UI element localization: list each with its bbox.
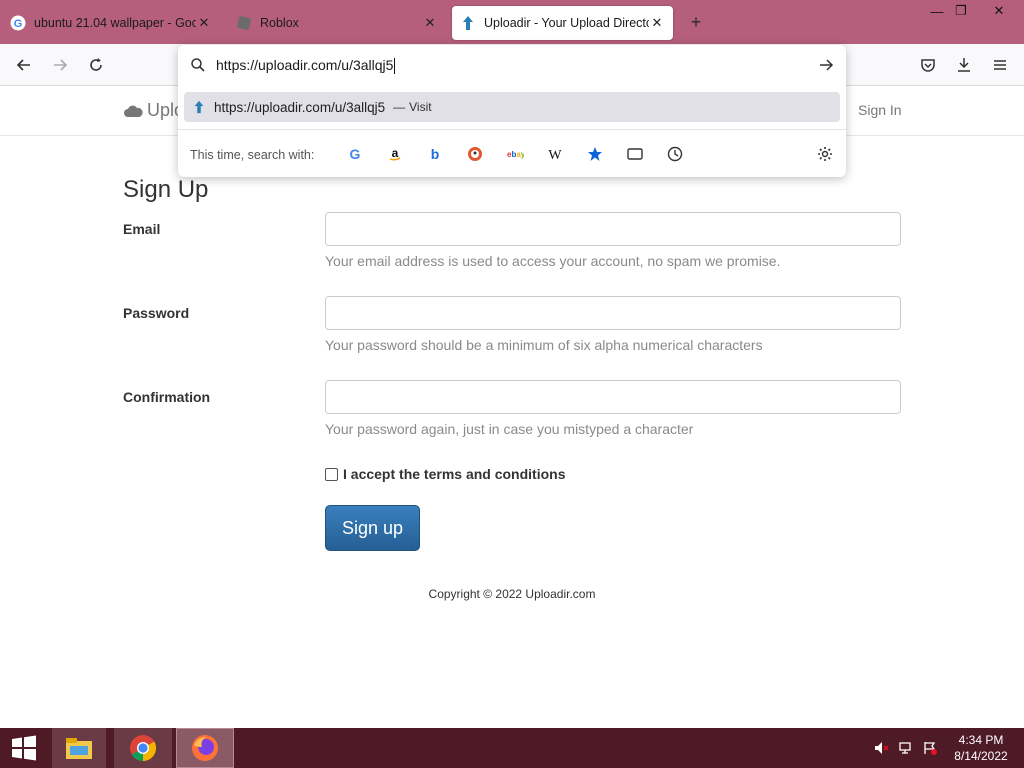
url-input[interactable]: https://uploadir.com/u/3allqj5 [216,57,396,75]
email-label: Email [123,221,161,237]
divider [178,129,846,130]
suggestion-url: https://uploadir.com/u/3allqj5 [214,99,386,115]
menu-icon[interactable] [986,51,1014,79]
close-tab-icon[interactable]: ✕ [196,15,212,31]
uploadir-icon [192,100,206,114]
tab-uploadir[interactable]: Uploadir - Your Upload Director ✕ [452,6,673,40]
restore-button[interactable]: ❐ [944,0,978,22]
svg-text:a: a [392,146,399,160]
chrome-icon[interactable] [114,728,172,768]
bookmarks-icon[interactable] [586,145,604,163]
back-icon[interactable] [10,51,38,79]
google-icon: G [10,15,26,31]
svg-text:G: G [350,146,361,162]
terms-label[interactable]: I accept the terms and conditions [343,466,566,482]
duckduckgo-icon[interactable] [466,145,484,163]
svg-text:G: G [14,18,23,30]
url-dropdown: https://uploadir.com/u/3allqj5 https://u… [178,45,846,177]
bing-icon[interactable]: b [426,145,444,163]
copyright-text: Copyright © 2022 Uploadir.com [428,587,596,601]
roblox-icon [236,15,252,31]
terms-checkbox[interactable] [325,467,338,481]
confirmation-label: Confirmation [123,389,211,405]
search-with-label: This time, search with: [190,148,315,162]
svg-text:ebay: ebay [507,150,524,159]
taskbar: 4:34 PM 8/14/2022 [0,728,1024,768]
cloud-icon [124,105,143,117]
downloads-icon[interactable] [950,51,978,79]
url-bar[interactable]: https://uploadir.com/u/3allqj5 [178,45,846,85]
email-help-text: Your email address is used to access you… [325,253,781,269]
tab-strip: G ubuntu 21.04 wallpaper - Googl ✕ Roblo… [0,0,1024,44]
tab-roblox[interactable]: Roblox ✕ [228,6,446,40]
wikipedia-icon[interactable]: W [546,145,564,163]
notification-flag-icon[interactable] [920,728,940,768]
terms-row: I accept the terms and conditions [325,466,566,482]
volume-muted-icon[interactable] [872,728,892,768]
confirmation-field[interactable] [325,380,901,414]
system-clock[interactable]: 4:34 PM 8/14/2022 [946,732,1016,764]
go-arrow-icon[interactable] [818,57,834,78]
windows-start-icon[interactable] [0,728,48,768]
password-label: Password [123,305,190,321]
suggestion-action: Visit [409,100,432,114]
firefox-icon[interactable] [176,728,234,768]
close-tab-icon[interactable]: ✕ [422,15,438,31]
suggestion-dash: — [393,100,406,114]
network-icon[interactable] [896,728,916,768]
history-icon[interactable] [666,145,684,163]
google-icon[interactable]: G [346,145,364,163]
confirmation-help-text: Your password again, just in case you mi… [325,421,694,437]
password-field[interactable] [325,296,901,330]
pocket-icon[interactable] [914,51,942,79]
svg-text:W: W [548,148,562,162]
password-help-text: Your password should be a minimum of six… [325,337,763,353]
page-title: Sign Up [123,176,209,203]
tab-title: ubuntu 21.04 wallpaper - Googl [34,16,196,30]
uploadir-icon [460,15,476,31]
close-tab-icon[interactable]: ✕ [649,15,665,31]
tab-title: Uploadir - Your Upload Director [484,16,649,30]
ebay-icon[interactable]: ebay [506,145,524,163]
amazon-icon[interactable]: a [386,145,404,163]
clock-time: 4:34 PM [958,733,1004,747]
tab-google[interactable]: G ubuntu 21.04 wallpaper - Googl ✕ [2,6,220,40]
file-explorer-icon[interactable] [52,728,106,768]
tabs-icon[interactable] [626,145,644,163]
search-icon [190,57,206,78]
sign-up-button[interactable]: Sign up [325,505,420,551]
url-suggestion[interactable]: https://uploadir.com/u/3allqj5 — Visit [184,92,840,122]
window-close-button[interactable]: ✕ [982,0,1016,22]
tab-title: Roblox [260,16,299,30]
gear-icon[interactable] [816,145,834,163]
clock-date: 8/14/2022 [954,749,1008,763]
svg-text:b: b [431,146,440,162]
reload-icon[interactable] [82,51,110,79]
forward-icon[interactable] [46,51,74,79]
email-field[interactable] [325,212,901,246]
new-tab-button[interactable]: + [686,12,706,32]
sign-in-link[interactable]: Sign In [858,102,902,118]
